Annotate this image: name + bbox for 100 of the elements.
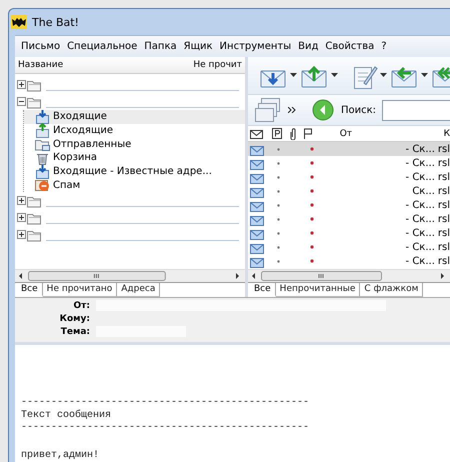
folder-name: Отправленные — [53, 138, 132, 150]
flag-icon — [302, 128, 313, 139]
dot-icon — [310, 175, 314, 179]
message-text-line: Текст сообщения — [21, 410, 112, 422]
message-row[interactable]: Ск... rsl — [248, 184, 450, 198]
folder-row[interactable]: Отправленные — [24, 137, 245, 152]
outbox-icon — [34, 122, 51, 139]
message-row[interactable]: - Ск... rsl — [248, 226, 450, 240]
tab[interactable]: С флажком — [360, 283, 424, 297]
dot-icon — [277, 148, 280, 150]
folder-row[interactable]: Входящие — [24, 110, 245, 124]
attachment-icon — [289, 128, 298, 140]
sender-cell-text: - Ск... — [404, 172, 435, 182]
column-header[interactable]: От — [340, 128, 406, 138]
column-header[interactable]: К — [444, 128, 450, 138]
dot-icon — [277, 190, 280, 192]
dot-icon — [310, 161, 314, 165]
recipient-cell: rsl — [438, 172, 450, 182]
message-text-line: ------------------------------------------------ — [21, 422, 310, 434]
message-row[interactable]: - Ск... rsl — [248, 156, 450, 170]
dot-icon — [277, 218, 280, 220]
menu-item[interactable]: Письмо — [21, 41, 60, 52]
dot-icon — [310, 203, 314, 207]
menu-item[interactable]: Ящик — [184, 41, 213, 52]
menu-item[interactable]: Вид — [298, 41, 318, 52]
header-label: Тема: — [60, 326, 90, 336]
message-row[interactable]: - Ск... rsl — [248, 170, 450, 184]
message-row[interactable]: - Ск... rsl — [248, 240, 450, 254]
message-text-line: привет,админ! — [21, 450, 100, 462]
folder-row[interactable]: Корзина — [24, 151, 245, 165]
recipient-cell: rsl — [438, 214, 450, 224]
dot-icon — [310, 217, 314, 221]
recipient-cell: rsl — [438, 256, 450, 266]
message-row[interactable]: - Ск... rsl — [248, 254, 450, 268]
menu-item[interactable]: Свойства — [325, 41, 374, 52]
folder-name: Входящие - Известные адре... — [53, 166, 212, 178]
folder-row[interactable]: Спам — [24, 178, 245, 192]
expand-toggle-icon[interactable] — [17, 80, 26, 89]
recipient-cell: rsl — [438, 144, 450, 154]
dot-icon — [277, 260, 280, 262]
sender-cell-text: - Ск... — [404, 228, 435, 238]
dot-icon — [277, 246, 280, 248]
dot-icon — [310, 231, 314, 235]
message-row[interactable]: - Ск... rsl — [248, 212, 450, 226]
sender-cell-text: - Ск... — [404, 200, 435, 210]
priority-icon — [272, 128, 282, 139]
spam-icon — [34, 177, 51, 194]
tab[interactable]: Адреса — [117, 283, 160, 297]
expand-toggle-icon[interactable] — [17, 196, 26, 206]
dropdown-arrow-icon[interactable] — [331, 73, 338, 78]
dot-icon — [277, 162, 280, 164]
menu-item[interactable]: Папка — [144, 41, 177, 52]
dot-icon — [310, 147, 314, 151]
recipient-cell: rsl — [438, 158, 450, 168]
folder-name: Корзина — [53, 152, 98, 164]
window-title: The Bat! — [32, 16, 79, 28]
header-label: Кому: — [58, 314, 90, 324]
search-label: Поиск: — [341, 104, 376, 116]
recipient-cell: rsl — [438, 186, 450, 196]
recipient-cell: rsl — [438, 242, 450, 252]
inbox-icon — [34, 108, 51, 125]
inbox-icon — [34, 164, 51, 180]
menu-item[interactable]: ? — [381, 41, 387, 52]
dropdown-arrow-icon[interactable] — [290, 73, 297, 78]
folder-row[interactable]: Входящие - Известные адре... — [24, 164, 245, 178]
expand-toggle-icon[interactable] — [17, 213, 26, 222]
sender-cell-text: - Ск... — [404, 242, 435, 252]
dot-icon — [277, 232, 280, 234]
tab[interactable]: Не прочитано — [42, 283, 118, 297]
recipient-cell: rsl — [438, 200, 450, 210]
folder-name: Спам — [53, 180, 80, 191]
message-row[interactable]: - Ск... rsl — [248, 142, 450, 156]
message-text-line: ------------------------------------------------ — [21, 397, 310, 410]
folder-row[interactable]: Исходящие — [24, 124, 245, 138]
folder-name: Входящие — [53, 111, 107, 122]
header-label: От: — [72, 300, 90, 310]
sender-cell-text: - Ск... — [404, 158, 435, 168]
dot-icon — [310, 189, 314, 193]
dropdown-arrow-icon[interactable] — [421, 73, 428, 78]
folder-name: Исходящие — [53, 125, 114, 136]
dot-icon — [277, 176, 280, 178]
sender-cell-text: - Ск... — [404, 256, 435, 266]
chevron-icon[interactable] — [288, 107, 296, 113]
dropdown-arrow-icon[interactable] — [380, 73, 387, 78]
column-header[interactable]: Название — [18, 60, 64, 70]
expand-toggle-icon[interactable] — [17, 230, 26, 240]
dot-icon — [310, 245, 314, 249]
dot-icon — [310, 259, 314, 263]
dot-icon — [277, 204, 280, 206]
menu-item[interactable]: Специальное — [67, 41, 138, 52]
message-row[interactable]: - Ск... rsl — [248, 198, 450, 212]
sender-cell-text: - Ск... — [404, 214, 435, 224]
column-header[interactable]: Не прочит — [193, 60, 242, 70]
sender-cell-text: Ск... — [411, 186, 435, 196]
recipient-cell: rsl — [438, 228, 450, 238]
tab[interactable]: Непрочитанные — [276, 283, 360, 297]
expand-toggle-icon[interactable] — [17, 97, 26, 106]
sender-cell-text: - Ск... — [404, 144, 435, 154]
bat-logo-icon — [11, 15, 27, 29]
menu-item[interactable]: Инструменты — [220, 41, 292, 52]
